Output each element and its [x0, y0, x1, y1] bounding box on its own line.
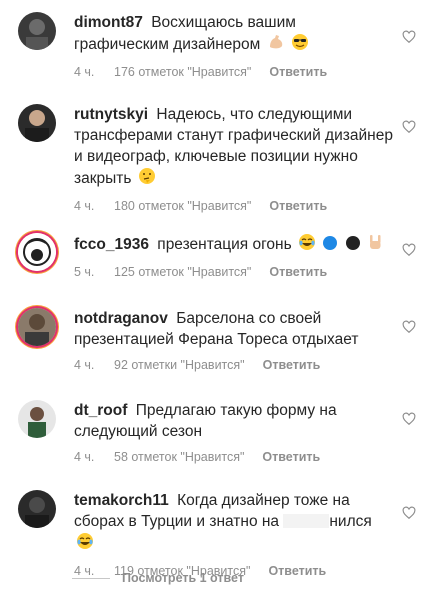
comment-time: 5 ч.	[74, 265, 95, 279]
reply-button[interactable]: Ответить	[269, 199, 327, 213]
blue-circle-icon	[322, 235, 338, 257]
avatar[interactable]	[18, 12, 56, 50]
likes-count[interactable]: 92 отметки "Нравится"	[114, 358, 245, 372]
sign-of-horns-icon	[367, 233, 383, 257]
comment-time: 4 ч.	[74, 450, 95, 464]
heart-outline-icon[interactable]	[402, 412, 416, 426]
censored-text-blur	[283, 514, 330, 528]
heart-outline-icon[interactable]	[402, 320, 416, 334]
comment-username[interactable]: dt_roof	[74, 402, 127, 419]
heart-outline-icon[interactable]	[402, 506, 416, 520]
avatar[interactable]	[18, 233, 56, 271]
avatar[interactable]	[18, 104, 56, 142]
comment-username[interactable]: dimont87	[74, 14, 143, 31]
likes-count[interactable]: 176 отметок "Нравится"	[114, 65, 251, 79]
view-replies-label[interactable]: Посмотреть 1 ответ	[122, 571, 244, 585]
comment-username[interactable]: rutnytskyi	[74, 106, 148, 123]
comment-text-end: нился	[329, 513, 372, 530]
avatar[interactable]	[18, 490, 56, 528]
likes-count[interactable]: 58 отметок "Нравится"	[114, 450, 244, 464]
comment-text: презентация огонь	[157, 236, 292, 253]
comment-username[interactable]: fcco_1936	[74, 236, 149, 253]
reply-button[interactable]: Ответить	[269, 65, 327, 79]
reply-button[interactable]: Ответить	[269, 265, 327, 279]
comment-time: 4 ч.	[74, 199, 95, 213]
heart-outline-icon[interactable]	[402, 30, 416, 44]
smiling-face-sunglasses-icon	[291, 33, 309, 57]
comment-time: 4 ч.	[74, 65, 95, 79]
reply-button[interactable]: Ответить	[262, 450, 320, 464]
heart-outline-icon[interactable]	[402, 243, 416, 257]
flexed-biceps-icon	[267, 33, 285, 57]
reply-button[interactable]: Ответить	[263, 358, 321, 372]
heart-outline-icon[interactable]	[402, 120, 416, 134]
divider	[72, 577, 110, 579]
avatar[interactable]	[18, 308, 56, 346]
tears-of-joy-icon	[298, 233, 316, 257]
black-circle-icon	[345, 235, 361, 257]
thinking-face-icon	[138, 167, 156, 191]
tears-of-joy-icon	[76, 532, 94, 556]
reply-button[interactable]: Ответить	[268, 564, 326, 578]
avatar[interactable]	[18, 400, 56, 438]
comment-time: 4 ч.	[74, 358, 95, 372]
comment-username[interactable]: notdraganov	[74, 310, 168, 327]
likes-count[interactable]: 180 отметок "Нравится"	[114, 199, 251, 213]
likes-count[interactable]: 125 отметок "Нравится"	[114, 265, 251, 279]
comment-username[interactable]: temakorch11	[74, 492, 169, 509]
view-replies-button[interactable]: Посмотреть 1 ответ	[72, 571, 244, 585]
